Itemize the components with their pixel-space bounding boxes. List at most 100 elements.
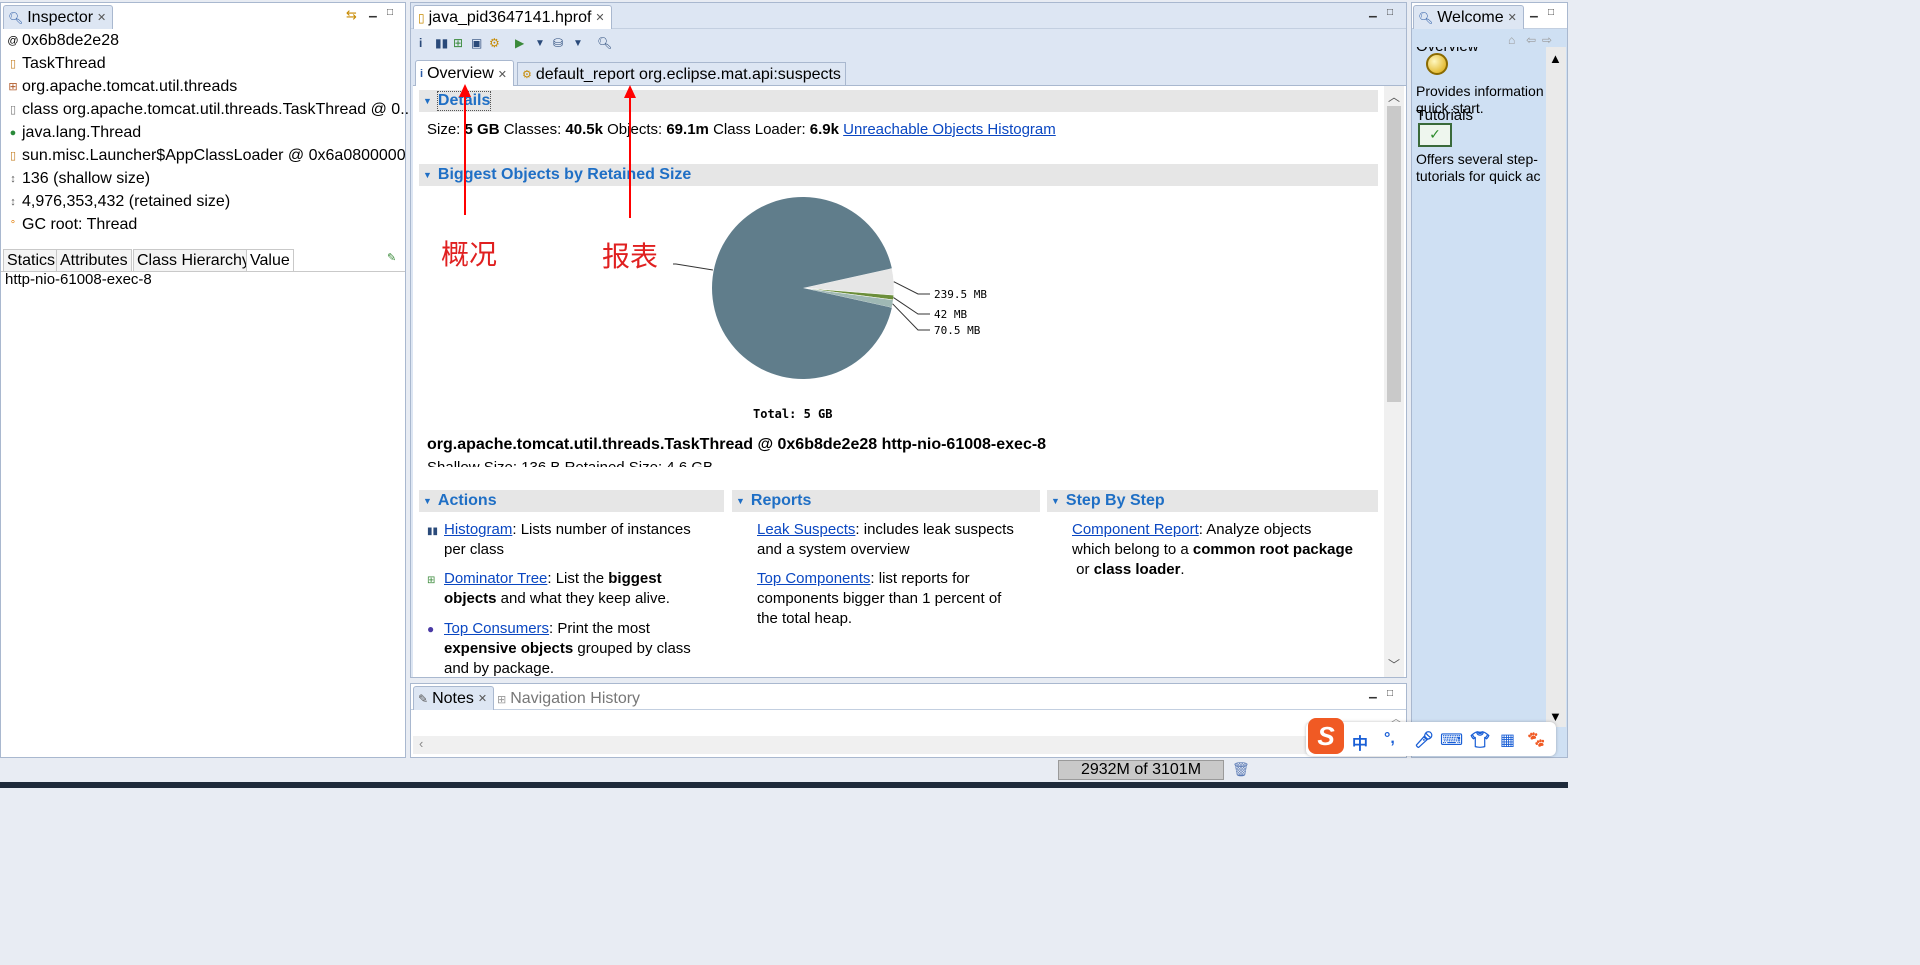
welcome-scrollbar[interactable]: ▲ ▼ — [1546, 47, 1566, 727]
report-text: : list reports for — [870, 570, 970, 587]
search-icon[interactable]: 🔍︎ — [597, 36, 612, 50]
back-icon[interactable]: ⇦ — [1526, 33, 1536, 47]
link-with-editor-icon[interactable]: ⇆ — [346, 7, 357, 23]
tab-notes[interactable]: ✎ Notes ✕ — [413, 686, 495, 710]
microphone-icon[interactable]: 🎤︎ — [1414, 730, 1434, 750]
chevron-left-icon[interactable]: ‹ — [419, 736, 423, 751]
inspector-tab-label: Inspector — [27, 8, 94, 26]
tutorials-text-line: Offers several step- — [1416, 151, 1538, 167]
mascot-icon[interactable]: 🐾︎ — [1526, 730, 1546, 750]
maximize-icon[interactable]: □ — [1387, 688, 1393, 699]
pie-slices[interactable] — [712, 196, 895, 379]
trash-icon[interactable]: 🗑︎ — [1232, 761, 1250, 778]
top-components-link[interactable]: Top Components — [757, 570, 870, 587]
pin-icon[interactable]: ✎ — [387, 251, 396, 264]
tab-attributes[interactable]: Attributes — [56, 249, 132, 271]
pie-leader-line — [893, 281, 930, 295]
maximize-icon[interactable]: □ — [1387, 7, 1393, 18]
close-icon[interactable]: ✕ — [478, 692, 487, 705]
close-icon[interactable]: ✕ — [498, 68, 507, 81]
notes-scrollbar-h[interactable]: ‹ — [413, 736, 1391, 754]
run-report-icon[interactable]: ▶ — [515, 36, 524, 50]
home-icon[interactable]: ⌂ — [1508, 33, 1515, 47]
keyboard-icon[interactable]: ⌨ — [1440, 730, 1463, 750]
ime-language-toggle[interactable]: 中 — [1352, 730, 1368, 754]
thread-overview-icon[interactable]: ⚙ — [489, 36, 500, 50]
sogou-logo[interactable]: S — [1308, 718, 1344, 754]
maximize-icon[interactable]: □ — [1548, 7, 1554, 18]
step-bold-text: class loader — [1093, 561, 1181, 578]
component-report-link[interactable]: Component Report — [1072, 521, 1199, 538]
skin-icon[interactable]: 👕︎ — [1470, 730, 1490, 750]
ime-punctuation-toggle[interactable]: °, — [1384, 730, 1395, 748]
inspector-row-classloader[interactable]: ▯ sun.misc.Launcher$AppClassLoader @ 0x6… — [7, 145, 406, 167]
chevron-down-icon[interactable]: ▼ — [573, 38, 583, 49]
biggest-objects-pie-chart[interactable]: 239.5 MB42 MB70.5 MB4.6 GB Total: 5 GB — [673, 196, 1173, 426]
chevron-down-icon: ▼ — [423, 170, 432, 180]
biggest-objects-section-header[interactable]: ▼ Biggest Objects by Retained Size — [419, 164, 1378, 186]
tab-label: Overview — [427, 65, 494, 82]
minimize-icon[interactable]: ▁ — [369, 7, 377, 18]
tab-class-hierarchy[interactable]: Class Hierarchy — [133, 249, 254, 271]
reports-section-header[interactable]: ▼ Reports — [732, 490, 1040, 512]
action-text: per class — [444, 541, 505, 558]
minimize-icon[interactable]: ▁ — [1369, 688, 1377, 699]
top-consumers-link[interactable]: Top Consumers — [444, 620, 549, 637]
magnifier-icon — [1426, 53, 1448, 75]
chevron-up-icon[interactable]: ︿ — [1388, 88, 1400, 105]
unreachable-objects-link[interactable]: Unreachable Objects Histogram — [843, 121, 1056, 138]
chevron-up-icon[interactable]: ▲ — [1549, 51, 1562, 66]
query-browser-icon[interactable]: ⛁ — [553, 36, 563, 50]
tab-inspector[interactable]: 🔍︎ Inspector ✕ — [3, 5, 114, 29]
chevron-down-icon[interactable]: ▼ — [535, 38, 545, 49]
tab-label: Attributes — [60, 251, 128, 269]
heap-status-text: 2932M of 3101M — [1080, 761, 1202, 778]
overview-content: ▼ Details Size: 5 GB Classes: 40.5k Obje… — [413, 86, 1406, 677]
tab-value[interactable]: Value — [246, 249, 294, 271]
classes-label: Classes: — [503, 121, 562, 138]
close-icon[interactable]: ✕ — [595, 11, 604, 24]
inspector-row-gcroot[interactable]: ° GC root: Thread — [7, 214, 138, 236]
inspector-row-address[interactable]: @ 0x6b8de2e28 — [7, 30, 119, 52]
details-section-header[interactable]: ▼ Details — [419, 90, 1378, 112]
dominator-tree-link[interactable]: Dominator Tree — [444, 570, 547, 587]
inspector-row-classref[interactable]: ▯ class org.apache.tomcat.util.threads.T… — [7, 99, 414, 121]
details-line: Size: 5 GB Classes: 40.5k Objects: 69.1m… — [427, 121, 1056, 138]
selected-object-name[interactable]: org.apache.tomcat.util.threads.TaskThrea… — [427, 436, 1046, 454]
value-text[interactable]: http-nio-61008-exec-8 — [5, 271, 152, 288]
inspector-row-shallow[interactable]: ↕ 136 (shallow size) — [7, 168, 150, 190]
forward-icon[interactable]: ⇨ — [1542, 33, 1552, 47]
minimize-icon[interactable]: ▁ — [1530, 7, 1538, 18]
info-icon[interactable]: i — [419, 36, 422, 50]
tab-overview[interactable]: i Overview ✕ — [415, 60, 514, 87]
step-by-step-section-header[interactable]: ▼ Step By Step — [1047, 490, 1378, 512]
inspector-row-package[interactable]: ⊞ org.apache.tomcat.util.threads — [7, 76, 237, 98]
histogram-icon[interactable]: ▮▮ — [435, 36, 448, 50]
tab-hprof-file[interactable]: ▯ java_pid3647141.hprof ✕ — [413, 5, 612, 29]
inspector-row-class[interactable]: ▯ TaskThread — [7, 53, 106, 75]
tab-statics[interactable]: Statics — [3, 249, 60, 271]
heap-status[interactable]: 2932M of 3101M — [1058, 760, 1224, 780]
chevron-down-icon[interactable]: ﹀ — [1388, 656, 1400, 673]
tab-welcome[interactable]: 🔍︎ Welcome ✕ — [1413, 5, 1524, 29]
toolbox-icon[interactable]: ▦ — [1500, 730, 1515, 750]
tab-navigation-history[interactable]: ⊞ Navigation History — [497, 688, 640, 710]
scrollbar-thumb[interactable] — [1387, 106, 1401, 402]
chevron-down-icon: ▼ — [423, 96, 432, 106]
pie-slice-label: 70.5 MB — [934, 324, 981, 337]
inspector-row-superclass[interactable]: ● java.lang.Thread — [7, 122, 142, 144]
close-icon[interactable]: ✕ — [97, 11, 106, 24]
maximize-icon[interactable]: □ — [387, 7, 393, 18]
inspector-row-retained[interactable]: ↕ 4,976,353,432 (retained size) — [7, 191, 230, 213]
histogram-link[interactable]: Histogram — [444, 521, 512, 538]
leak-suspects-link[interactable]: Leak Suspects — [757, 521, 855, 538]
tab-default-report[interactable]: ⚙ default_report org.eclipse.mat.api:sus… — [517, 62, 846, 86]
tutorials-heading[interactable]: Tutorials — [1416, 107, 1473, 124]
oql-icon[interactable]: ▣ — [471, 36, 482, 50]
editor-scrollbar[interactable]: ︿ ﹀ — [1384, 86, 1404, 677]
minimize-icon[interactable]: ▁ — [1369, 7, 1377, 18]
dominator-tree-icon[interactable]: ⊞ — [453, 36, 463, 50]
close-icon[interactable]: ✕ — [1508, 11, 1517, 24]
actions-section-header[interactable]: ▼ Actions — [419, 490, 724, 512]
inspector-icon: 🔍︎ — [8, 10, 24, 25]
